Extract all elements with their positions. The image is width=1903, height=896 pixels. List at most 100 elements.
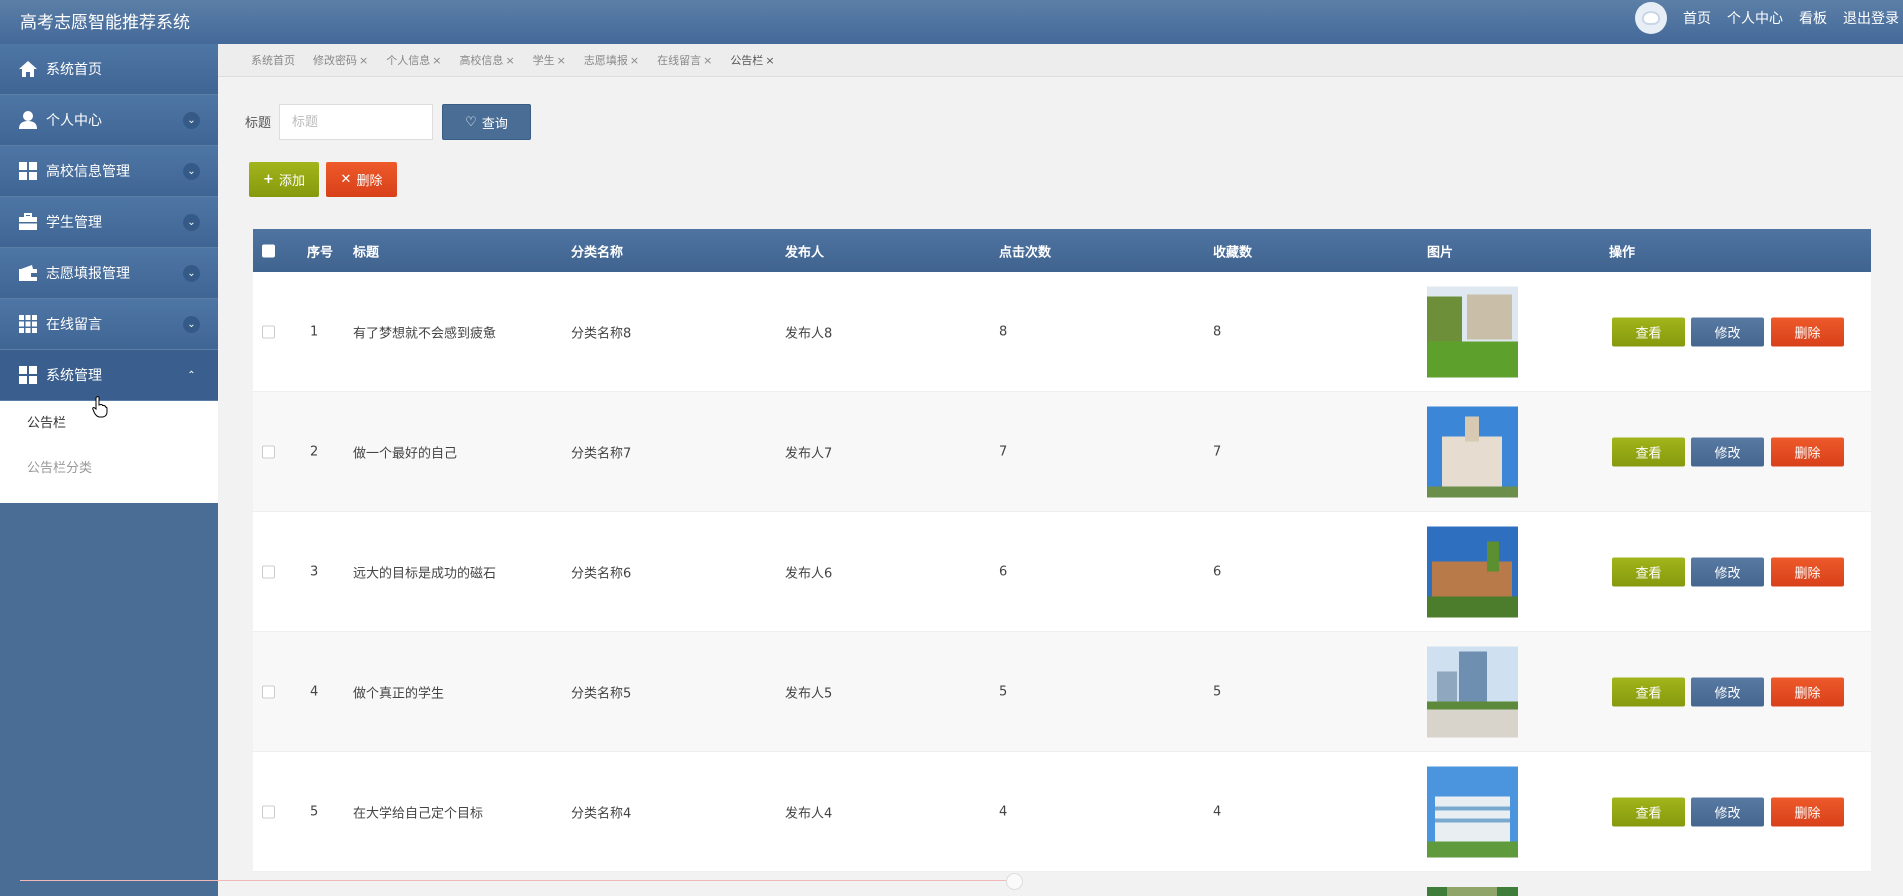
- sidebar-item-system[interactable]: 系统管理 ⌃: [0, 350, 218, 401]
- tab-personal-info[interactable]: 个人信息 ×: [386, 52, 441, 68]
- header-link-logout[interactable]: 退出登录: [1843, 8, 1899, 28]
- tab-college-info[interactable]: 高校信息 ×: [459, 52, 514, 68]
- search-input[interactable]: [279, 104, 433, 140]
- row-checkbox[interactable]: [262, 805, 275, 818]
- delete-button[interactable]: 删除: [1771, 437, 1844, 466]
- button-label: 删除: [1794, 566, 1821, 581]
- notice-table: 序号 标题 分类名称 发布人 点击次数 收藏数 图片 操作 1 有了梦想就不会感…: [253, 229, 1871, 872]
- submenu-item-notice[interactable]: 公告栏: [0, 401, 218, 446]
- user-icon: [18, 110, 38, 130]
- sidebar-item-label: 高校信息管理: [46, 164, 130, 180]
- close-icon[interactable]: ×: [630, 54, 639, 67]
- tab-messages[interactable]: 在线留言 ×: [657, 52, 712, 68]
- tab-change-password[interactable]: 修改密码 ×: [313, 52, 368, 68]
- tab-label: 志愿填报: [583, 54, 628, 67]
- column-header: 发布人: [785, 245, 825, 260]
- header-link-profile[interactable]: 个人中心: [1727, 8, 1783, 28]
- row-clicks: 7: [999, 444, 1008, 459]
- edit-button[interactable]: 修改: [1691, 317, 1764, 346]
- system-submenu: 公告栏 公告栏分类: [0, 401, 218, 503]
- row-title: 在大学给自己定个目标: [353, 806, 484, 821]
- sidebar-item-label: 在线留言: [46, 317, 102, 333]
- horizontal-scrollbar-thumb[interactable]: [1006, 873, 1023, 890]
- chevron-down-icon[interactable]: ⌄: [183, 316, 200, 333]
- edit-button[interactable]: 修改: [1691, 677, 1764, 706]
- edit-button[interactable]: 修改: [1691, 437, 1764, 466]
- add-button[interactable]: + 添加: [249, 162, 319, 197]
- row-publisher: 发布人6: [785, 566, 833, 581]
- chevron-down-icon[interactable]: ⌄: [183, 163, 200, 180]
- close-icon[interactable]: ×: [557, 54, 566, 67]
- chevron-down-icon[interactable]: ⌄: [183, 112, 200, 129]
- sidebar-item-profile[interactable]: 个人中心 ⌄: [0, 95, 218, 146]
- close-icon[interactable]: ×: [432, 54, 441, 67]
- chevron-down-icon[interactable]: ⌄: [183, 265, 200, 282]
- row-clicks: 6: [999, 564, 1008, 579]
- sidebar-item-label: 系统首页: [46, 62, 102, 78]
- tab-application[interactable]: 志愿填报 ×: [584, 52, 639, 68]
- row-category: 分类名称5: [571, 686, 632, 701]
- row-image-partial: [1427, 884, 1518, 896]
- row-image: [1427, 646, 1518, 737]
- avatar[interactable]: [1635, 2, 1667, 34]
- delete-button[interactable]: 删除: [1771, 677, 1844, 706]
- tab-notice[interactable]: 公告栏 ×: [730, 52, 774, 68]
- row-checkbox[interactable]: [262, 445, 275, 458]
- sidebar-item-messages[interactable]: 在线留言 ⌄: [0, 299, 218, 350]
- sidebar-item-label: 学生管理: [46, 215, 102, 231]
- row-category: 分类名称4: [571, 806, 632, 821]
- row-image: [1427, 526, 1518, 617]
- sidebar-item-application[interactable]: 志愿填报管理 ⌄: [0, 248, 218, 299]
- button-label: 删除: [1794, 686, 1821, 701]
- button-label: 修改: [1714, 686, 1741, 701]
- sidebar-item-students[interactable]: 学生管理 ⌄: [0, 197, 218, 248]
- button-label: 查看: [1635, 566, 1662, 581]
- close-icon[interactable]: ×: [505, 54, 514, 67]
- button-label: 删除: [1794, 806, 1821, 821]
- app-title: 高考志愿智能推荐系统: [20, 13, 190, 33]
- tab-home[interactable]: 系统首页: [251, 52, 295, 68]
- tab-bar: 系统首页 修改密码 × 个人信息 × 高校信息 × 学生 × 志愿填报 × 在线留言 × 公…: [218, 44, 1903, 77]
- row-image: [1427, 286, 1518, 377]
- view-button[interactable]: 查看: [1612, 557, 1685, 586]
- column-header: 收藏数: [1213, 245, 1253, 260]
- close-icon[interactable]: ×: [765, 54, 774, 67]
- table-header: 序号 标题 分类名称 发布人 点击次数 收藏数 图片 操作: [253, 229, 1871, 272]
- row-publisher: 发布人5: [785, 686, 833, 701]
- row-publisher: 发布人7: [785, 446, 833, 461]
- apps-icon: [18, 314, 38, 334]
- submenu-item-notice-category[interactable]: 公告栏分类: [0, 446, 218, 491]
- close-icon[interactable]: ×: [359, 54, 368, 67]
- delete-button[interactable]: 删除: [1771, 317, 1844, 346]
- column-header: 序号: [307, 245, 334, 260]
- sidebar-item-home[interactable]: 系统首页: [0, 44, 218, 95]
- query-button[interactable]: ♡ 查询: [442, 104, 531, 140]
- batch-delete-button[interactable]: ✕ 删除: [326, 162, 397, 197]
- close-icon[interactable]: ×: [703, 54, 712, 67]
- delete-button[interactable]: 删除: [1771, 557, 1844, 586]
- select-all-checkbox[interactable]: [262, 244, 275, 257]
- view-button[interactable]: 查看: [1612, 677, 1685, 706]
- heart-icon: ♡: [465, 114, 477, 130]
- chevron-up-icon[interactable]: ⌃: [183, 367, 200, 384]
- briefcase-icon: [18, 212, 38, 232]
- row-category: 分类名称7: [571, 446, 632, 461]
- tab-student[interactable]: 学生 ×: [533, 52, 566, 68]
- edit-button[interactable]: 修改: [1691, 797, 1764, 826]
- chevron-down-icon[interactable]: ⌄: [183, 214, 200, 231]
- search-label: 标题: [245, 116, 272, 131]
- view-button[interactable]: 查看: [1612, 437, 1685, 466]
- edit-button[interactable]: 修改: [1691, 557, 1764, 586]
- row-checkbox[interactable]: [262, 685, 275, 698]
- home-icon: [18, 59, 38, 79]
- view-button[interactable]: 查看: [1612, 797, 1685, 826]
- sidebar-item-college[interactable]: 高校信息管理 ⌄: [0, 146, 218, 197]
- horizontal-scrollbar-track[interactable]: [20, 880, 1015, 881]
- table-row: 3 远大的目标是成功的磁石 分类名称6 发布人6 6 6 查看 修改 删除: [253, 512, 1871, 632]
- row-checkbox[interactable]: [262, 565, 275, 578]
- row-checkbox[interactable]: [262, 325, 275, 338]
- delete-button[interactable]: 删除: [1771, 797, 1844, 826]
- header-link-dashboard[interactable]: 看板: [1799, 8, 1827, 28]
- view-button[interactable]: 查看: [1612, 317, 1685, 346]
- header-link-home[interactable]: 首页: [1683, 8, 1711, 28]
